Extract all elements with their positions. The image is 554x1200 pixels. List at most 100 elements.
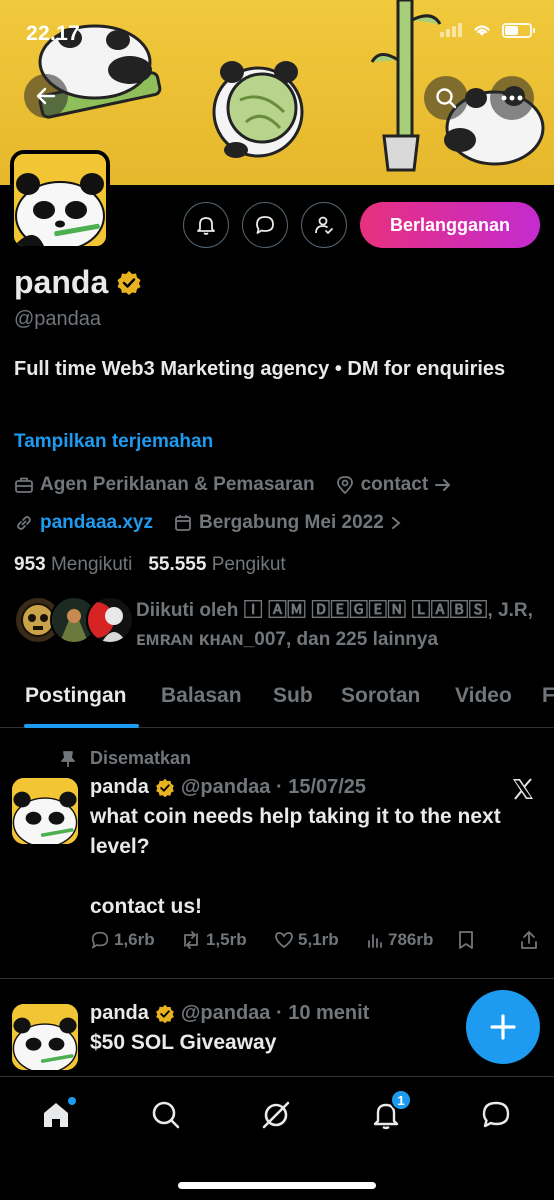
- post-text-line: what coin needs help taking it to the ne…: [90, 805, 501, 828]
- views-count: 786rb: [388, 930, 434, 949]
- chevron-right-icon[interactable]: [390, 515, 402, 531]
- nav-notifications[interactable]: 1: [366, 1089, 412, 1135]
- profile-website-link[interactable]: pandaaa.xyz: [40, 512, 153, 534]
- nav-messages[interactable]: [476, 1095, 516, 1135]
- followers-label: Pengikut: [211, 554, 286, 575]
- panda-avatar-image: [14, 154, 106, 246]
- post-header: panda @pandaa · 15/07/25: [90, 776, 366, 799]
- status-bar: 22.17: [0, 0, 554, 62]
- home-indicator: [178, 1182, 376, 1189]
- user-check-icon: [315, 216, 333, 235]
- post-text-line: $50 SOL Giveaway: [90, 1031, 277, 1054]
- post-text-spacer: [90, 862, 501, 892]
- calendar-icon: [175, 515, 191, 531]
- post-text-line: level?: [90, 835, 150, 858]
- post-avatar[interactable]: [12, 778, 78, 844]
- verified-badge-icon: [156, 1004, 174, 1023]
- post-avatar[interactable]: [12, 1004, 78, 1070]
- follower-avatar-3: [86, 596, 134, 644]
- signal-icon: [440, 23, 462, 37]
- nav-grok[interactable]: [256, 1095, 296, 1135]
- profile-meta-row-1: Agen Periklanan & Pemasaran contact: [14, 474, 452, 496]
- profile-meta-row-2: pandaaa.xyz Bergabung Mei 2022: [14, 512, 402, 534]
- status-time: 22.17: [26, 22, 81, 45]
- more-horizontal-icon: [501, 95, 523, 101]
- tab-balasan[interactable]: Balasan: [161, 684, 242, 708]
- post-meta: @pandaa · 15/07/25: [180, 776, 367, 798]
- bookmark-icon: [459, 931, 473, 949]
- repost-button[interactable]: 1,5rb: [180, 930, 247, 950]
- followers-link[interactable]: 55.555 Pengikut: [148, 554, 285, 576]
- tab-sub[interactable]: Sub: [273, 684, 313, 708]
- tab-sorotan[interactable]: Sorotan: [341, 684, 420, 708]
- like-button[interactable]: 5,1rb: [274, 930, 339, 950]
- search-icon: [152, 1101, 180, 1129]
- share-icon: [521, 931, 537, 949]
- heart-icon: [275, 932, 293, 949]
- arrow-left-icon: [36, 87, 56, 105]
- back-button[interactable]: [24, 74, 68, 118]
- active-tab-indicator: [24, 724, 139, 728]
- profile-joined-date: Bergabung Mei 2022: [199, 512, 384, 533]
- panda-avatar-image: [12, 778, 78, 844]
- compose-button[interactable]: [466, 990, 540, 1064]
- post-header: panda @pandaa · 10 menit: [90, 1002, 369, 1025]
- pinned-label: Disematkan: [90, 748, 192, 768]
- search-button[interactable]: [424, 76, 468, 120]
- notification-bell-button[interactable]: [183, 202, 229, 248]
- plus-icon: [490, 1014, 516, 1040]
- post-text[interactable]: $50 SOL Giveaway: [90, 1028, 276, 1058]
- profile-category: Agen Periklanan & Pemasaran: [40, 474, 315, 495]
- anime-avatar-image: [88, 598, 132, 642]
- verified-badge-icon[interactable]: [116, 270, 142, 296]
- arrow-right-icon: [435, 479, 451, 491]
- translate-link[interactable]: Tampilkan terjemahan: [14, 431, 213, 453]
- chat-bubble-icon: [256, 216, 274, 234]
- follow-options-button[interactable]: [301, 202, 347, 248]
- nav-search[interactable]: [146, 1095, 186, 1135]
- profile-tabs: Postingan Balasan Sub Sorotan Video F: [0, 676, 554, 728]
- repost-icon: [184, 931, 198, 949]
- post-author-name[interactable]: panda: [90, 776, 149, 799]
- reply-button[interactable]: 1,6rb: [90, 930, 155, 950]
- post-divider: [0, 978, 554, 979]
- post-text[interactable]: what coin needs help taking it to the ne…: [90, 802, 501, 922]
- like-count: 5,1rb: [298, 930, 339, 949]
- post-text-line: contact us!: [90, 895, 203, 918]
- wifi-icon: [474, 25, 490, 36]
- followed-by-avatars[interactable]: [14, 596, 134, 644]
- profile-avatar[interactable]: [10, 150, 110, 250]
- message-button[interactable]: [242, 202, 288, 248]
- grok-icon: [262, 1101, 290, 1129]
- following-link[interactable]: 953 Mengikuti: [14, 554, 132, 576]
- subscribe-button[interactable]: Berlangganan: [360, 202, 540, 248]
- x-logo-icon: [513, 778, 533, 800]
- panda-avatar-image: [12, 1004, 78, 1070]
- followed-by-text[interactable]: Diikuti oleh 🄸 🄰🄼 🄳🄴🄶🄴🄽 🄻🄰🄱🅂, J.R, ᴇᴍʀᴀɴ…: [136, 596, 546, 654]
- tab-postingan[interactable]: Postingan: [25, 684, 127, 708]
- notifications-badge: 1: [390, 1089, 412, 1111]
- following-count: 953: [14, 554, 46, 575]
- post-meta: @pandaa · 10 menit: [180, 1002, 370, 1024]
- repost-count: 1,5rb: [206, 930, 247, 949]
- post-author-name[interactable]: panda: [90, 1002, 149, 1025]
- profile-location: contact: [360, 474, 429, 495]
- bookmark-button[interactable]: [458, 930, 474, 950]
- followers-count: 55.555: [148, 554, 207, 575]
- profile-name-row: panda: [14, 264, 142, 301]
- profile-handle: @pandaa: [14, 308, 102, 330]
- tab-video[interactable]: Video: [455, 684, 512, 708]
- share-button[interactable]: [520, 930, 538, 950]
- chat-bubble-icon: [482, 1101, 510, 1128]
- battery-icon: [502, 22, 535, 38]
- verified-badge-icon: [156, 778, 174, 797]
- location-pin-icon: [336, 476, 353, 495]
- nav-home[interactable]: [36, 1095, 76, 1135]
- bell-plus-icon: [197, 217, 215, 235]
- views-button[interactable]: 786rb: [366, 930, 433, 950]
- tab-more[interactable]: F: [542, 684, 554, 708]
- following-label: Mengikuti: [50, 554, 133, 575]
- more-options-button[interactable]: [490, 76, 534, 120]
- briefcase-icon: [15, 477, 33, 493]
- status-icons: [440, 22, 535, 38]
